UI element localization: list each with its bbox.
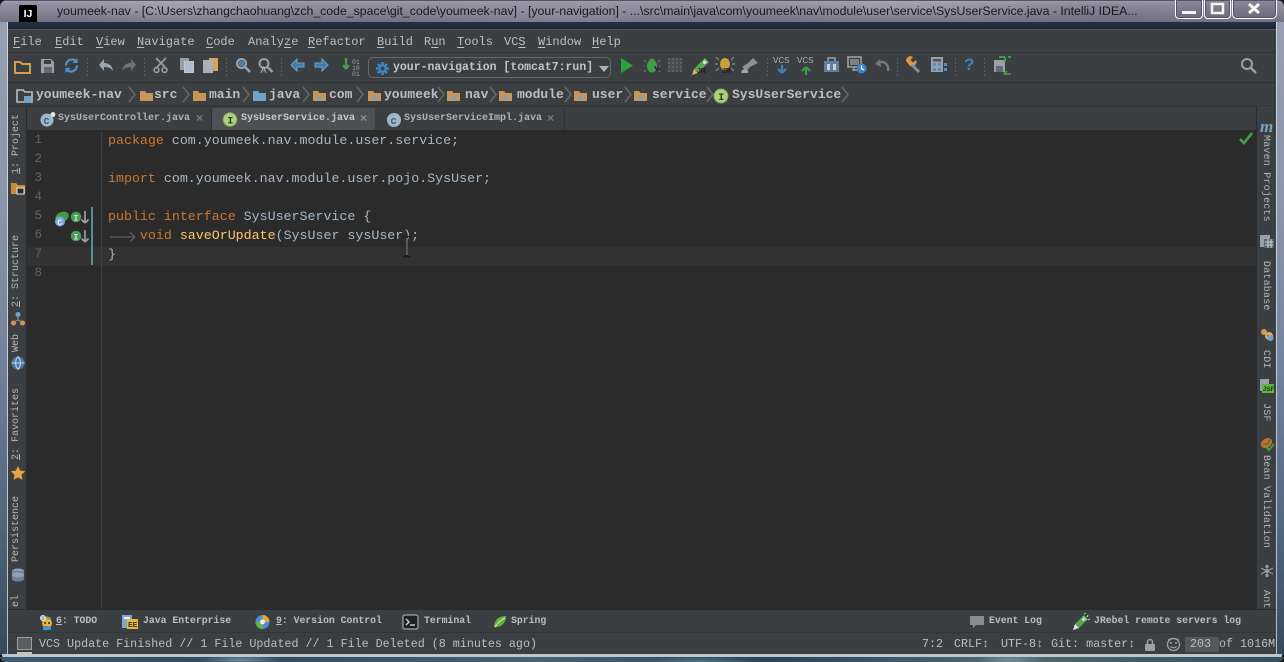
svg-text:A: A [261,65,267,74]
svg-text:I: I [73,233,78,243]
svg-text:VCS: VCS [773,56,789,65]
svg-text:JSF: JSF [1263,386,1275,393]
svg-text:C: C [44,116,50,127]
svg-text:01: 01 [352,71,360,77]
svg-text:VCS: VCS [797,56,813,65]
svg-text:I: I [73,214,78,224]
svg-text:C: C [57,219,62,227]
svg-text:I: I [227,117,233,128]
svg-text:EE: EE [128,622,138,629]
svg-text:I: I [718,93,724,104]
svg-text:JR: JR [697,68,706,75]
svg-text:C: C [391,116,397,127]
svg-text:JR: JR [722,68,731,75]
